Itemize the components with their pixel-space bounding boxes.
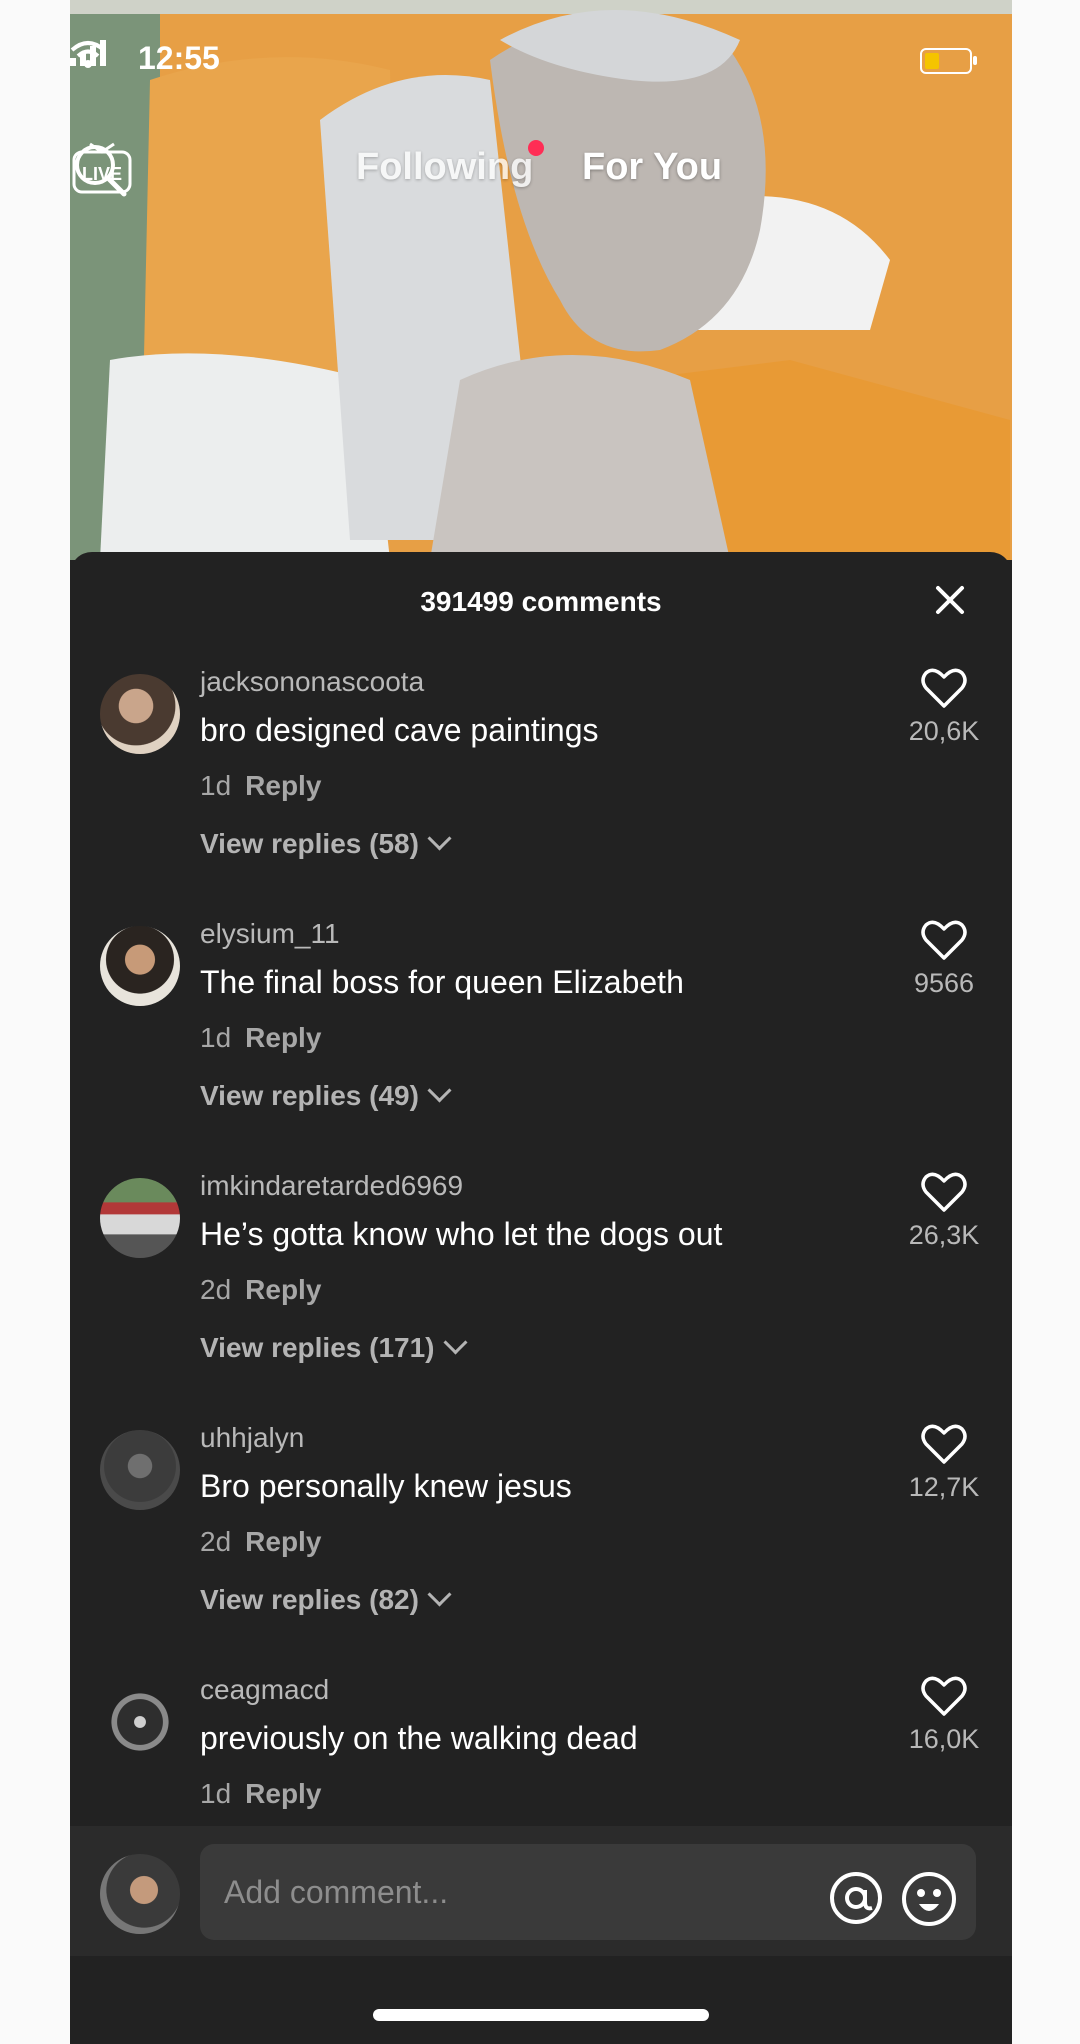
comment-item: jacksononascoota bro designed cave paint… <box>70 666 1012 906</box>
close-icon[interactable] <box>932 582 968 618</box>
comment-text: previously on the walking dead <box>200 1720 638 1756</box>
comment-meta: 1d Reply <box>200 1022 321 1054</box>
chevron-down-icon <box>427 1078 452 1103</box>
like-button[interactable]: 9566 <box>894 918 994 999</box>
reply-button[interactable]: Reply <box>245 1274 321 1305</box>
comments-header: 391499 comments <box>70 552 1012 648</box>
heart-icon <box>921 1172 967 1212</box>
avatar[interactable] <box>100 1178 180 1258</box>
avatar[interactable] <box>100 674 180 754</box>
heart-icon <box>921 920 967 960</box>
reply-button[interactable]: Reply <box>245 1022 321 1053</box>
tab-for-you[interactable]: For You <box>582 146 722 189</box>
comment-username[interactable]: ceagmacd <box>200 1674 329 1706</box>
comment-meta: 2d Reply <box>200 1526 321 1558</box>
comment-age: 2d <box>200 1274 232 1305</box>
view-replies-button[interactable]: View replies (49) <box>200 1078 452 1112</box>
view-replies-label: View replies (58) <box>200 828 419 859</box>
view-replies-button[interactable]: View replies (171) <box>200 1330 468 1364</box>
comment-text: bro designed cave paintings <box>200 712 599 748</box>
comment-text: The final boss for queen Elizabeth <box>200 964 684 1000</box>
reply-button[interactable]: Reply <box>245 1778 321 1809</box>
wifi-icon <box>70 41 106 68</box>
like-count: 26,3K <box>908 1220 980 1250</box>
avatar[interactable] <box>100 1682 180 1762</box>
like-count: 9566 <box>913 968 975 998</box>
view-replies-button[interactable]: View replies (58) <box>200 826 452 860</box>
comments-count: 391499 comments <box>420 586 662 617</box>
emoji-icon[interactable] <box>900 1870 958 1928</box>
video-background[interactable]: 12:55 LIVE Following For You <box>70 0 1012 560</box>
reply-button[interactable]: Reply <box>245 770 321 801</box>
comment-meta: 1d Reply <box>200 770 321 802</box>
avatar[interactable] <box>100 1430 180 1510</box>
battery-icon <box>920 48 977 74</box>
comment-text: Bro personally knew jesus <box>200 1468 572 1504</box>
comment-age: 1d <box>200 1022 232 1053</box>
comment-username[interactable]: elysium_11 <box>200 918 340 950</box>
like-button[interactable]: 12,7K <box>894 1422 994 1503</box>
chevron-down-icon <box>442 1330 468 1355</box>
like-count: 12,7K <box>908 1472 980 1502</box>
avatar[interactable] <box>100 1854 180 1934</box>
comment-username[interactable]: jacksononascoota <box>200 666 424 698</box>
comment-username[interactable]: imkindaretarded6969 <box>200 1170 463 1202</box>
like-count: 20,6K <box>908 716 980 746</box>
view-replies-label: View replies (82) <box>200 1584 419 1615</box>
comment-item: imkindaretarded6969 He’s gotta know who … <box>70 1170 1012 1410</box>
status-bar: 12:55 <box>70 40 1012 80</box>
phone-screen: 12:55 LIVE Following For You 391499 comm… <box>70 0 1012 2044</box>
heart-icon <box>921 1676 967 1716</box>
comment-age: 1d <box>200 770 232 801</box>
top-navigation: LIVE Following For You <box>70 140 1012 200</box>
comment-age: 1d <box>200 1778 232 1809</box>
like-button[interactable]: 16,0K <box>894 1674 994 1755</box>
view-replies-button[interactable]: View replies (82) <box>200 1582 452 1616</box>
like-button[interactable]: 26,3K <box>894 1170 994 1251</box>
comment-age: 2d <box>200 1526 232 1557</box>
comment-username[interactable]: uhhjalyn <box>200 1422 304 1454</box>
heart-icon <box>921 668 967 708</box>
avatar[interactable] <box>100 926 180 1006</box>
heart-icon <box>921 1424 967 1464</box>
comment-meta: 1d Reply <box>200 1778 321 1810</box>
like-button[interactable]: 20,6K <box>894 666 994 747</box>
comments-sheet: 391499 comments jacksononascoota bro des… <box>70 552 1012 2044</box>
comment-input-bar <box>70 1826 1012 1956</box>
home-indicator[interactable] <box>373 2009 709 2021</box>
mention-icon[interactable] <box>828 1870 884 1926</box>
comment-text: He’s gotta know who let the dogs out <box>200 1216 723 1252</box>
chevron-down-icon <box>427 1582 452 1607</box>
comment-item: elysium_11 The final boss for queen Eliz… <box>70 918 1012 1158</box>
status-time: 12:55 <box>138 40 220 76</box>
like-count: 16,0K <box>908 1724 980 1754</box>
view-replies-label: View replies (171) <box>200 1332 435 1363</box>
chevron-down-icon <box>427 826 452 851</box>
comment-item: uhhjalyn Bro personally knew jesus 2d Rep… <box>70 1422 1012 1662</box>
tab-following[interactable]: Following <box>356 146 533 189</box>
following-notification-dot <box>528 140 544 156</box>
reply-button[interactable]: Reply <box>245 1526 321 1557</box>
comment-meta: 2d Reply <box>200 1274 321 1306</box>
view-replies-label: View replies (49) <box>200 1080 419 1111</box>
search-icon[interactable] <box>70 140 130 200</box>
